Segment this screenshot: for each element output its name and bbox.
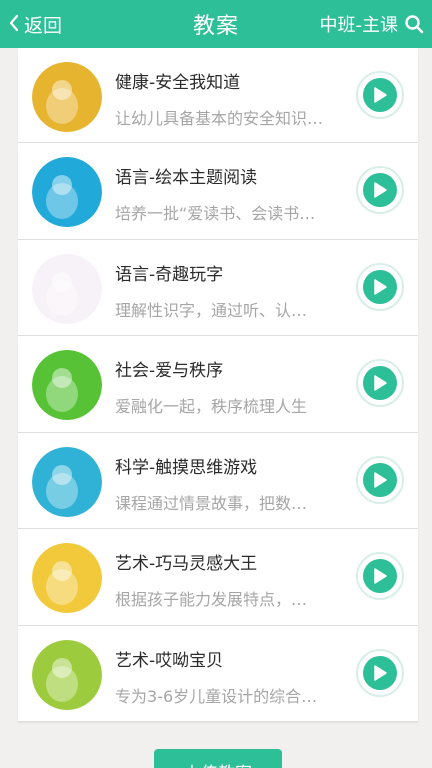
play-icon	[363, 269, 397, 304]
back-label: 返回	[24, 14, 63, 37]
play-button[interactable]	[356, 71, 404, 119]
lesson-description: 爱融化一起，秩序梳理人生	[115, 397, 308, 416]
top-bar: 返回 教案 中班-主课	[0, 0, 432, 48]
lesson-description: 根据孩子能力发展特点，…	[115, 590, 308, 609]
lesson-card[interactable]: 语言-奇趣玩字理解性识字，通过听、认…	[18, 239, 418, 336]
play-button[interactable]	[356, 648, 404, 697]
lesson-card[interactable]: 艺术-巧马灵感大王根据孩子能力发展特点，…	[18, 529, 418, 626]
lesson-card[interactable]: 语言-绘本主题阅读培养一批“爱读书、会读书…	[18, 143, 418, 240]
lesson-description: 课程通过情景故事，把数…	[115, 493, 308, 513]
lesson-card[interactable]: 健康-安全我知道让幼儿具备基本的安全知识…	[18, 48, 418, 143]
lesson-description: 理解性识字，通过听、认…	[115, 300, 308, 320]
lesson-thumbnail	[32, 543, 102, 613]
search-icon[interactable]	[404, 14, 424, 34]
class-selector[interactable]: 中班-主课	[320, 11, 399, 37]
lesson-card[interactable]: 艺术-哎呦宝贝专为3-6岁儿童设计的综合…	[18, 625, 418, 722]
play-icon	[363, 173, 397, 207]
lesson-thumbnail	[32, 62, 102, 132]
lesson-title: 科学-触摸思维游戏	[115, 457, 258, 478]
play-button[interactable]	[356, 262, 404, 311]
lesson-title: 健康-安全我知道	[115, 73, 241, 93]
back-button[interactable]: 返回	[8, 0, 62, 48]
lesson-list: 健康-安全我知道 让幼儿具备基本的安全知识… 语言-绘本主题阅读 培养一批“爱读书、会…	[18, 48, 418, 722]
play-icon	[363, 366, 397, 400]
play-icon	[363, 559, 397, 593]
lesson-description: 专为3-6岁儿童设计的综合…	[115, 686, 318, 706]
play-icon	[363, 78, 397, 112]
lesson-thumbnail	[32, 639, 102, 710]
play-button[interactable]	[356, 166, 404, 214]
lesson-thumbnail	[32, 446, 102, 517]
upload-lesson-button[interactable]: 上传教案	[154, 749, 282, 768]
play-button[interactable]	[356, 359, 404, 407]
lesson-description: 让幼儿具备基本的安全知识…	[115, 109, 324, 128]
lesson-card[interactable]: 社会-爱与秩序爱融化一起，秩序梳理人生	[18, 336, 418, 433]
play-icon	[363, 462, 397, 497]
play-button[interactable]	[356, 455, 404, 504]
header-actions: 中班-主课	[320, 0, 425, 48]
chevron-left-icon	[8, 13, 20, 36]
play-button[interactable]	[356, 552, 404, 600]
play-icon	[363, 655, 397, 690]
lesson-thumbnail	[32, 157, 102, 227]
lesson-title: 社会-爱与秩序	[115, 361, 224, 381]
lesson-title: 艺术-哎呦宝贝	[115, 650, 224, 671]
lesson-thumbnail	[32, 253, 102, 324]
lesson-card[interactable]: 科学-触摸思维游戏课程通过情景故事，把数…	[18, 432, 418, 529]
lesson-title: 语言-绘本主题阅读	[115, 168, 258, 188]
lesson-thumbnail	[32, 350, 102, 420]
lesson-title: 艺术-巧马灵感大王	[115, 554, 258, 574]
lesson-title: 语言-奇趣玩字	[115, 264, 224, 285]
lesson-description: 培养一批“爱读书、会读书…	[115, 204, 316, 223]
